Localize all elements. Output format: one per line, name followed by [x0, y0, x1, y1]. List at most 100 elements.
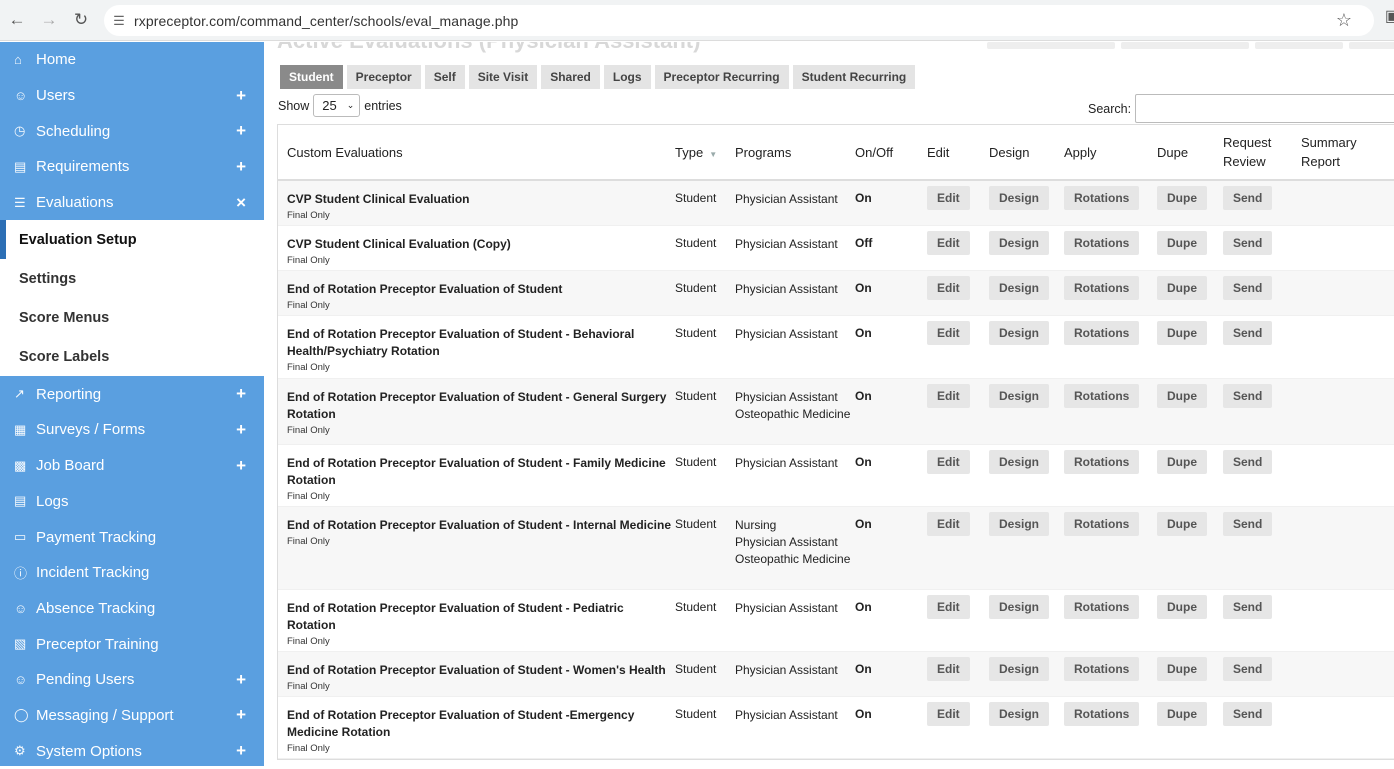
- dupe-button[interactable]: Dupe: [1157, 231, 1207, 255]
- sidebar-item-users[interactable]: ☺ Users +: [0, 78, 264, 114]
- evaluation-name[interactable]: End of Rotation Preceptor Evaluation of …: [287, 389, 675, 423]
- submenu-item-evaluation-setup[interactable]: Evaluation Setup: [0, 220, 264, 260]
- evaluation-name[interactable]: CVP Student Clinical Evaluation: [287, 191, 675, 208]
- design-button[interactable]: Design: [989, 450, 1050, 474]
- rotations-button[interactable]: Rotations: [1064, 450, 1140, 474]
- sidebar-item-home[interactable]: ⌂ Home: [0, 42, 264, 78]
- rotations-button[interactable]: Rotations: [1064, 384, 1140, 408]
- submenu-item-settings[interactable]: Settings: [0, 259, 264, 298]
- edit-button[interactable]: Edit: [927, 384, 970, 408]
- evaluation-name[interactable]: CVP Student Clinical Evaluation (Copy): [287, 236, 675, 253]
- dupe-button[interactable]: Dupe: [1157, 186, 1207, 210]
- send-button[interactable]: Send: [1223, 512, 1273, 536]
- send-button[interactable]: Send: [1223, 657, 1273, 681]
- send-button[interactable]: Send: [1223, 595, 1273, 619]
- status-toggle[interactable]: On: [855, 389, 927, 403]
- send-button[interactable]: Send: [1223, 231, 1273, 255]
- column-header-edit[interactable]: Edit: [927, 145, 989, 160]
- expand-icon[interactable]: +: [236, 86, 246, 106]
- expand-icon[interactable]: +: [236, 456, 246, 476]
- sidebar-item-surveys-forms[interactable]: ▦ Surveys / Forms +: [0, 412, 264, 448]
- dupe-button[interactable]: Dupe: [1157, 321, 1207, 345]
- edit-button[interactable]: Edit: [927, 321, 970, 345]
- send-button[interactable]: Send: [1223, 276, 1273, 300]
- send-button[interactable]: Send: [1223, 186, 1273, 210]
- rotations-button[interactable]: Rotations: [1064, 512, 1140, 536]
- design-button[interactable]: Design: [989, 276, 1050, 300]
- design-button[interactable]: Design: [989, 657, 1050, 681]
- tab-shared[interactable]: Shared: [541, 65, 600, 89]
- evaluation-name[interactable]: End of Rotation Preceptor Evaluation of …: [287, 326, 675, 360]
- back-icon[interactable]: ←: [2, 5, 32, 35]
- column-header-on-off[interactable]: On/Off: [855, 145, 927, 160]
- column-header-request-review[interactable]: Request Review: [1223, 133, 1301, 171]
- edit-button[interactable]: Edit: [927, 231, 970, 255]
- dupe-button[interactable]: Dupe: [1157, 595, 1207, 619]
- dupe-button[interactable]: Dupe: [1157, 512, 1207, 536]
- column-header-summary-report[interactable]: Summary Report: [1301, 133, 1371, 171]
- design-button[interactable]: Design: [989, 702, 1050, 726]
- submenu-item-score-labels[interactable]: Score Labels: [0, 337, 264, 376]
- design-button[interactable]: Design: [989, 512, 1050, 536]
- expand-icon[interactable]: +: [236, 420, 246, 440]
- tab-site-visit[interactable]: Site Visit: [468, 65, 538, 89]
- site-settings-icon[interactable]: ☰: [104, 13, 134, 29]
- reload-icon[interactable]: ↻: [66, 5, 96, 35]
- send-button[interactable]: Send: [1223, 450, 1273, 474]
- rotations-button[interactable]: Rotations: [1064, 321, 1140, 345]
- send-button[interactable]: Send: [1223, 321, 1273, 345]
- edit-button[interactable]: Edit: [927, 450, 970, 474]
- column-header-custom-evaluations[interactable]: Custom Evaluations: [278, 145, 675, 160]
- column-header-apply[interactable]: Apply: [1064, 145, 1157, 160]
- sidebar-item-scheduling[interactable]: ◷ Scheduling +: [0, 113, 264, 149]
- design-button[interactable]: Design: [989, 321, 1050, 345]
- rotations-button[interactable]: Rotations: [1064, 276, 1140, 300]
- rotations-button[interactable]: Rotations: [1064, 595, 1140, 619]
- design-button[interactable]: Design: [989, 186, 1050, 210]
- column-header-type[interactable]: Type ▼: [675, 145, 735, 160]
- column-header-dupe[interactable]: Dupe: [1157, 145, 1223, 160]
- sidebar-item-reporting[interactable]: ↗ Reporting +: [0, 376, 264, 412]
- dupe-button[interactable]: Dupe: [1157, 702, 1207, 726]
- sidebar-item-logs[interactable]: ▤ Logs: [0, 484, 264, 520]
- edit-button[interactable]: Edit: [927, 186, 970, 210]
- sidebar-item-absence-tracking[interactable]: ☺ Absence Tracking: [0, 591, 264, 627]
- evaluation-name[interactable]: End of Rotation Preceptor Evaluation of …: [287, 662, 675, 679]
- status-toggle[interactable]: On: [855, 662, 927, 676]
- expand-icon[interactable]: +: [236, 741, 246, 761]
- forward-icon[interactable]: →: [34, 5, 64, 35]
- tab-student[interactable]: Student: [280, 65, 343, 89]
- evaluation-name[interactable]: End of Rotation Preceptor Evaluation of …: [287, 707, 675, 741]
- column-header-design[interactable]: Design: [989, 145, 1064, 160]
- dupe-button[interactable]: Dupe: [1157, 384, 1207, 408]
- sidebar-item-requirements[interactable]: ▤ Requirements +: [0, 149, 264, 185]
- evaluation-name[interactable]: End of Rotation Preceptor Evaluation of …: [287, 600, 675, 634]
- sidebar-item-preceptor-training[interactable]: ▧ Preceptor Training: [0, 626, 264, 662]
- design-button[interactable]: Design: [989, 231, 1050, 255]
- dupe-button[interactable]: Dupe: [1157, 657, 1207, 681]
- sidebar-item-system-options[interactable]: ⚙ System Options +: [0, 733, 264, 769]
- search-input[interactable]: [1135, 94, 1394, 123]
- sidebar-item-pending-users[interactable]: ☺ Pending Users +: [0, 662, 264, 698]
- entries-select[interactable]: 25 ⌄: [313, 94, 361, 117]
- status-toggle[interactable]: On: [855, 281, 927, 295]
- extension-icon[interactable]: ▣: [1385, 6, 1394, 26]
- sidebar-item-job-board[interactable]: ▩ Job Board +: [0, 448, 264, 484]
- tab-preceptor-recurring[interactable]: Preceptor Recurring: [654, 65, 789, 89]
- collapse-icon[interactable]: ×: [236, 193, 246, 213]
- evaluation-name[interactable]: End of Rotation Preceptor Evaluation of …: [287, 455, 675, 489]
- status-toggle[interactable]: On: [855, 455, 927, 469]
- evaluation-name[interactable]: End of Rotation Preceptor Evaluation of …: [287, 281, 675, 298]
- sidebar-item-messaging-support[interactable]: ◯ Messaging / Support +: [0, 698, 264, 734]
- edit-button[interactable]: Edit: [927, 276, 970, 300]
- tab-self[interactable]: Self: [424, 65, 465, 89]
- expand-icon[interactable]: +: [236, 157, 246, 177]
- status-toggle[interactable]: On: [855, 600, 927, 614]
- dupe-button[interactable]: Dupe: [1157, 450, 1207, 474]
- rotations-button[interactable]: Rotations: [1064, 702, 1140, 726]
- edit-button[interactable]: Edit: [927, 657, 970, 681]
- evaluation-name[interactable]: End of Rotation Preceptor Evaluation of …: [287, 517, 675, 534]
- expand-icon[interactable]: +: [236, 705, 246, 725]
- submenu-item-score-menus[interactable]: Score Menus: [0, 298, 264, 337]
- expand-icon[interactable]: +: [236, 384, 246, 404]
